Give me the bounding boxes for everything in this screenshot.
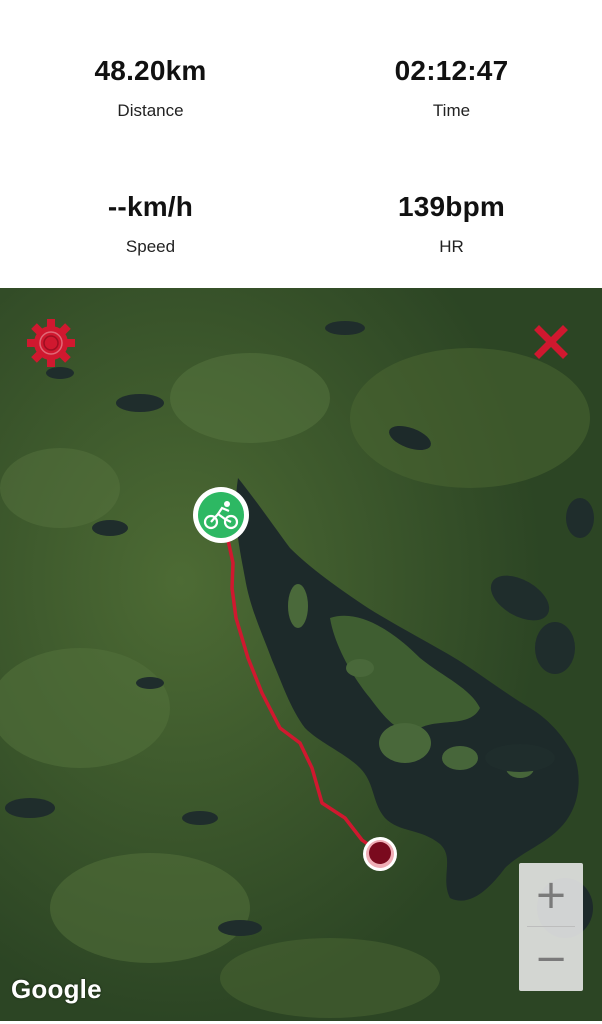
zoom-in-button[interactable]: + — [519, 863, 583, 926]
hr-label: HR — [439, 237, 464, 256]
speed-value: --km/h — [107, 191, 194, 222]
speed-label: Speed — [125, 237, 176, 256]
time-value: 02:12:47 — [394, 55, 509, 86]
hr-value: 139bpm — [397, 191, 506, 222]
speed-stat: --km/h Speed — [0, 191, 301, 257]
zoom-controls: + − — [519, 863, 583, 991]
distance-stat: 48.20km Distance — [0, 55, 301, 121]
stats-panel: 48.20km Distance 02:12:47 Time --km/h Sp… — [0, 0, 602, 288]
time-label: Time — [432, 101, 471, 120]
hr-stat: 139bpm HR — [301, 191, 602, 257]
map-view[interactable]: + − Google — [0, 288, 602, 1021]
distance-value: 48.20km — [94, 55, 207, 86]
route-track — [219, 514, 378, 852]
finish-marker-icon[interactable] — [362, 836, 398, 872]
bicycle-icon[interactable] — [192, 486, 250, 544]
gear-icon[interactable] — [24, 316, 78, 370]
google-attribution: Google — [11, 974, 102, 1004]
time-stat: 02:12:47 Time — [301, 55, 602, 121]
distance-label: Distance — [117, 101, 184, 120]
close-icon[interactable] — [531, 322, 571, 362]
zoom-out-button[interactable]: − — [519, 927, 583, 990]
